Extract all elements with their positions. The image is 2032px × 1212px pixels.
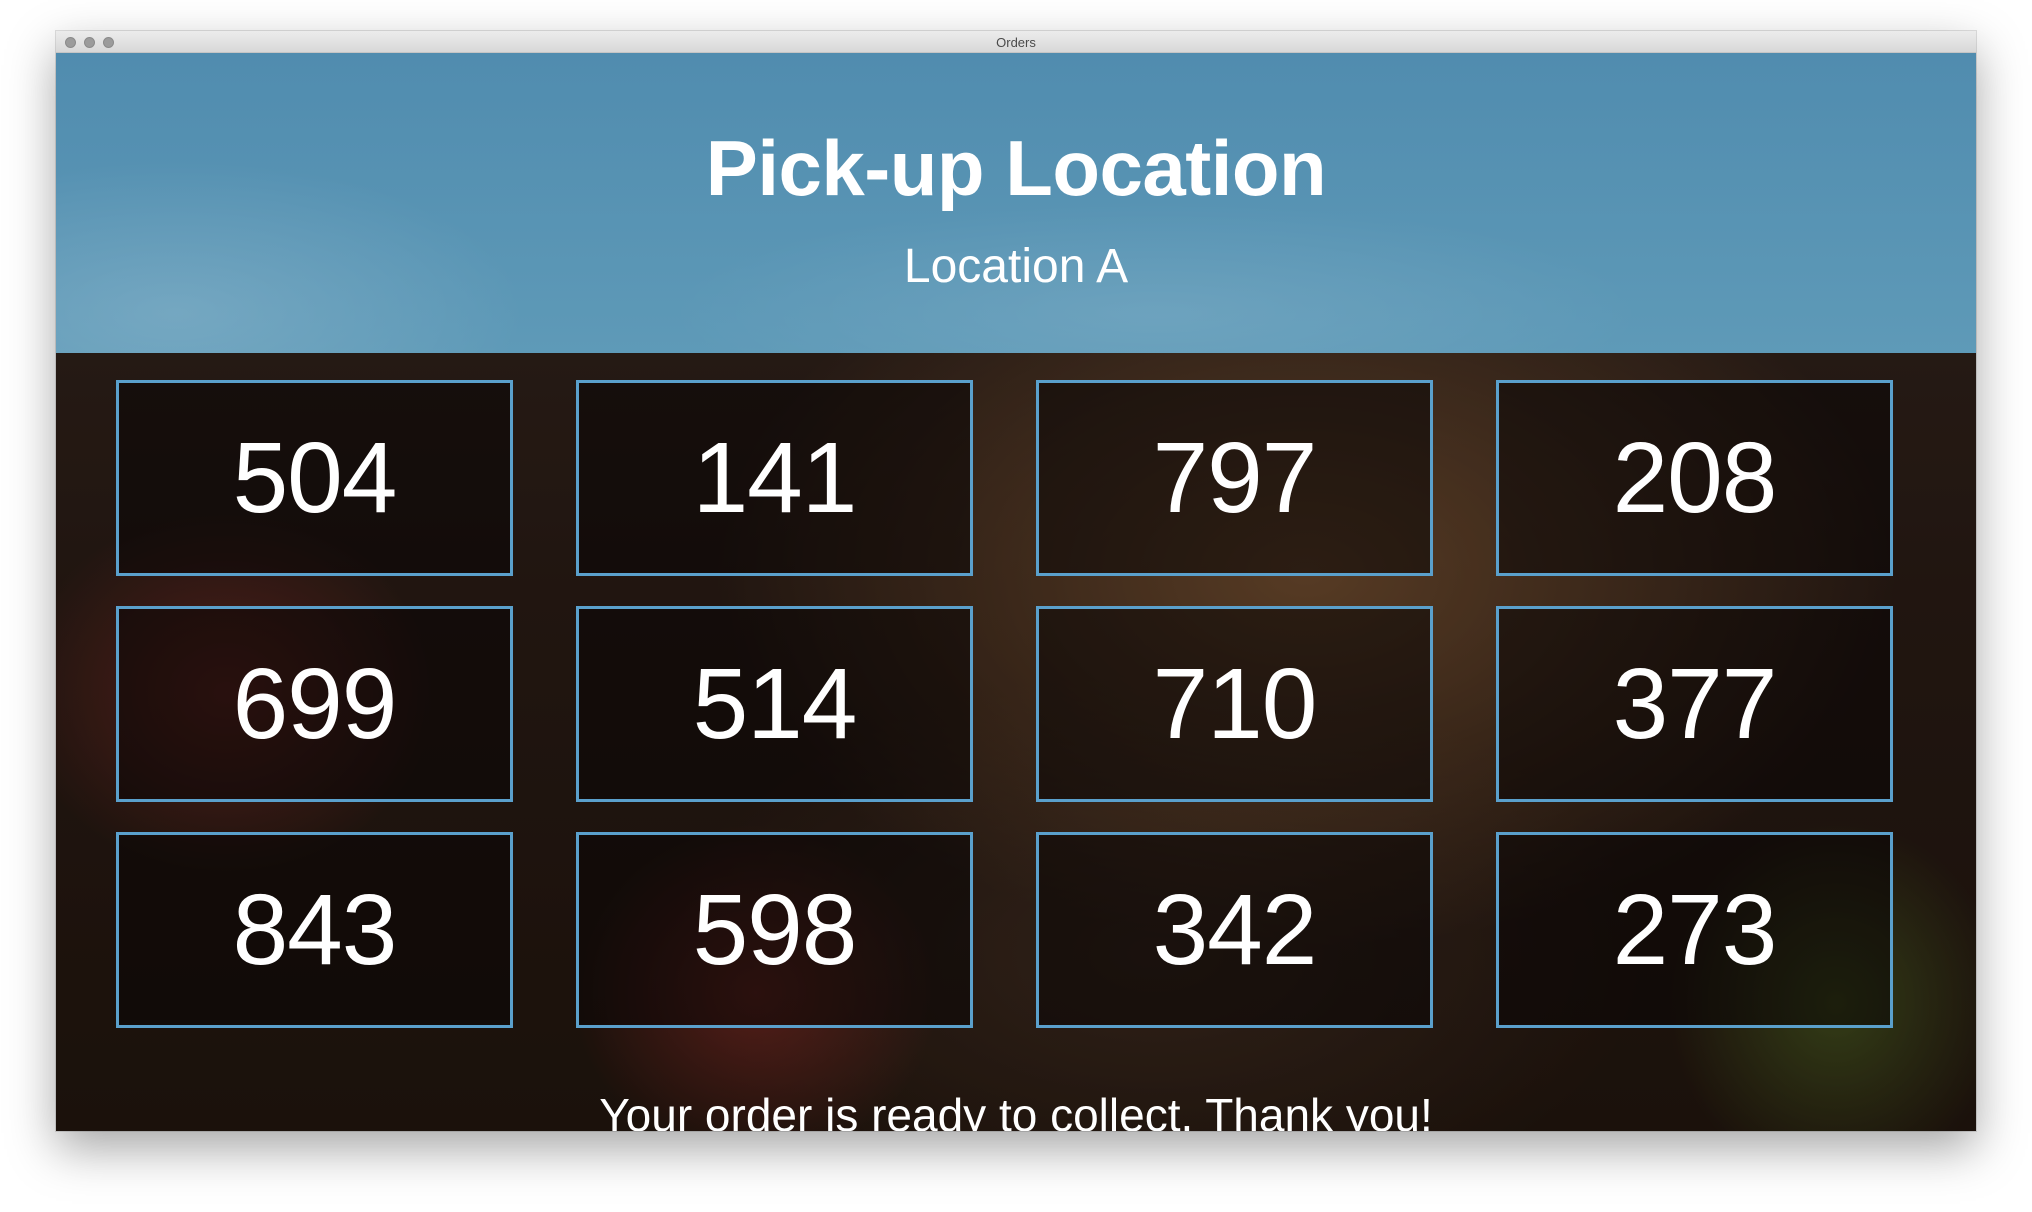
window-titlebar[interactable]: Orders: [56, 31, 1976, 53]
order-display: Pick-up Location Location A 504 141 797 …: [56, 53, 1976, 1131]
order-number: 377: [1612, 647, 1778, 760]
order-card: 797: [1036, 380, 1433, 576]
order-number: 342: [1152, 873, 1318, 986]
order-number: 699: [232, 647, 398, 760]
order-number: 598: [692, 873, 858, 986]
order-number: 504: [232, 421, 398, 534]
window-title: Orders: [996, 35, 1036, 50]
order-number: 710: [1152, 647, 1318, 760]
ready-message: Your order is ready to collect. Thank yo…: [599, 1089, 1433, 1131]
order-card: 342: [1036, 832, 1433, 1028]
order-card: 710: [1036, 606, 1433, 802]
page-title: Pick-up Location: [705, 124, 1327, 212]
order-card: 843: [116, 832, 513, 1028]
app-window: Orders Pick-up Location Location A 504 1…: [56, 31, 1976, 1131]
order-card: 141: [576, 380, 973, 576]
order-number: 797: [1152, 421, 1318, 534]
order-card: 598: [576, 832, 973, 1028]
order-card: 377: [1496, 606, 1893, 802]
order-card: 273: [1496, 832, 1893, 1028]
header-banner: Pick-up Location Location A: [56, 53, 1976, 353]
order-card: 504: [116, 380, 513, 576]
order-number: 141: [692, 421, 858, 534]
order-card: 514: [576, 606, 973, 802]
order-number: 208: [1612, 421, 1778, 534]
order-number: 843: [232, 873, 398, 986]
order-number: 514: [692, 647, 858, 760]
order-number: 273: [1612, 873, 1778, 986]
order-card: 699: [116, 606, 513, 802]
location-name: Location A: [903, 240, 1129, 293]
order-card: 208: [1496, 380, 1893, 576]
orders-grid: 504 141 797 208 699 514 710 377 843 598 …: [116, 380, 1896, 1028]
